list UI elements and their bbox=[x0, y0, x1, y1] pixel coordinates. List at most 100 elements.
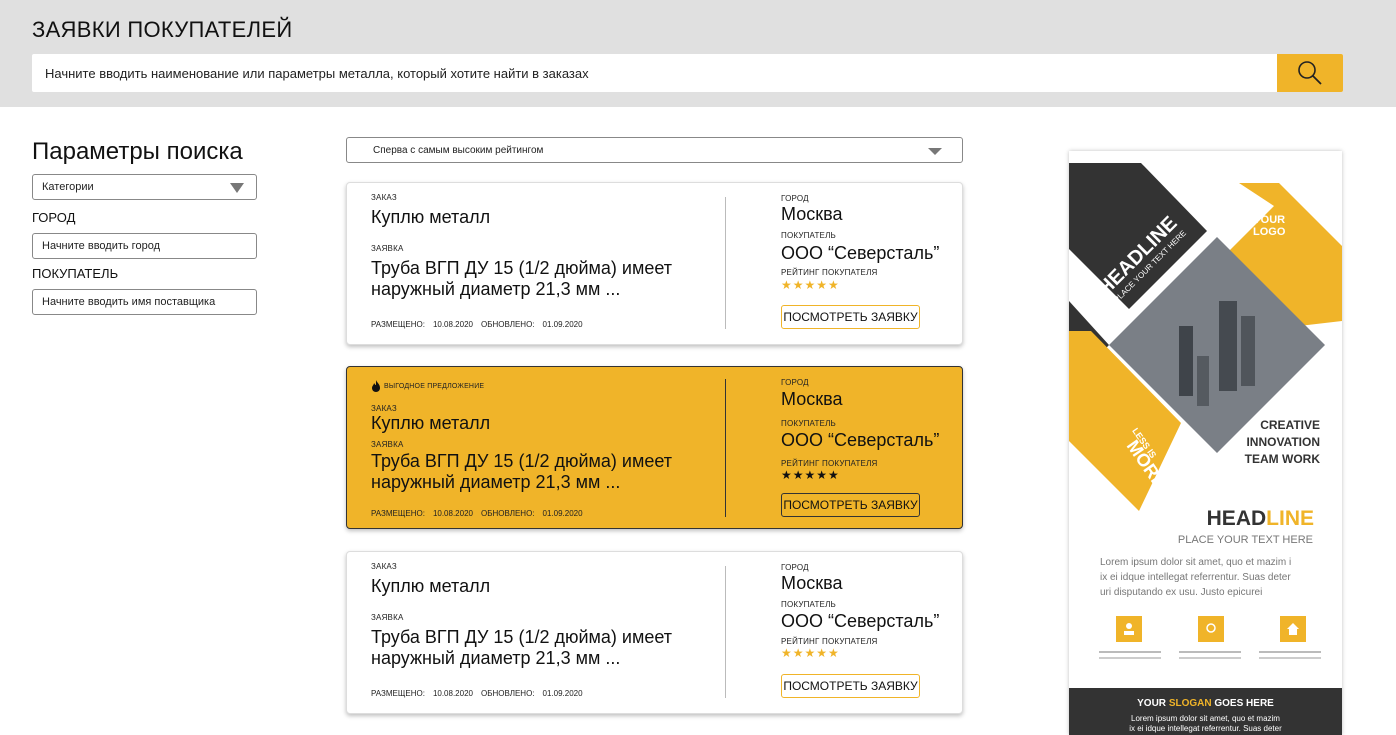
request-label: ЗАЯВКА bbox=[371, 613, 404, 622]
promo-tag: ВЫГОДНОЕ ПРЕДЛОЖЕНИЕ bbox=[371, 380, 484, 392]
placed-label: РАЗМЕЩЕНО: bbox=[371, 689, 425, 698]
city-field-label: ГОРОД bbox=[781, 194, 809, 203]
order-city: Москва bbox=[781, 389, 843, 409]
request-label: ЗАЯВКА bbox=[371, 244, 404, 253]
ad-creative-block: CREATIVE INNOVATION TEAM WORK bbox=[1245, 417, 1320, 468]
rating-stars: ★★★★★ bbox=[781, 278, 840, 292]
divider bbox=[725, 566, 726, 698]
city-input[interactable] bbox=[32, 233, 257, 259]
order-city: Москва bbox=[781, 573, 843, 593]
view-request-button[interactable]: ПОСМОТРЕТЬ ЗАЯВКУ bbox=[781, 493, 920, 517]
ad-banner[interactable]: HEADLINE PLACE YOUR TEXT HERE YOUR LOGO … bbox=[1069, 151, 1342, 735]
order-dates: РАЗМЕЩЕНО: 10.08.2020 ОБНОВЛЕНО: 01.09.2020 bbox=[371, 320, 591, 329]
view-request-button[interactable]: ПОСМОТРЕТЬ ЗАЯВКУ bbox=[781, 674, 920, 698]
category-select-label: Категории bbox=[42, 181, 94, 193]
page-title: ЗАЯВКИ ПОКУПАТЕЛЕЙ bbox=[32, 17, 293, 42]
order-buyer: ООО “Северсталь” bbox=[781, 243, 940, 263]
city-field-label: ГОРОД bbox=[781, 563, 809, 572]
updated-label: ОБНОВЛЕНО: bbox=[480, 320, 535, 329]
order-description: Труба ВГП ДУ 15 (1/2 дюйма) имеет наружн… bbox=[371, 451, 701, 493]
chevron-down-icon bbox=[230, 183, 244, 193]
updated-label: ОБНОВЛЕНО: bbox=[480, 509, 535, 518]
buyer-field-label: ПОКУПАТЕЛЬ bbox=[781, 231, 836, 240]
header: ЗАЯВКИ ПОКУПАТЕЛЕЙ bbox=[0, 0, 1396, 107]
chevron-down-icon bbox=[928, 148, 942, 155]
order-description-line: наружный диаметр 21,3 мм ... bbox=[371, 472, 621, 492]
search-params-title: Параметры поиска bbox=[32, 138, 243, 165]
ad-creative-line: INNOVATION bbox=[1246, 435, 1320, 449]
ad-headline-dark: HEAD bbox=[1206, 507, 1267, 530]
view-request-button[interactable]: ПОСМОТРЕТЬ ЗАЯВКУ bbox=[781, 305, 920, 329]
order-label: ЗАКАЗ bbox=[371, 562, 397, 571]
ad-creative-line: TEAM WORK bbox=[1244, 452, 1320, 466]
buyer-input[interactable] bbox=[32, 289, 257, 315]
ad-headline-yellow: LINE bbox=[1266, 507, 1314, 530]
category-select[interactable]: Категории bbox=[32, 174, 257, 200]
placed-date: 10.08.2020 bbox=[432, 689, 473, 698]
order-card-featured: ВЫГОДНОЕ ПРЕДЛОЖЕНИЕ ЗАКАЗ Куплю металл … bbox=[346, 366, 963, 529]
ad-footer-line: Lorem ipsum dolor sit amet, quo et mazim bbox=[1131, 714, 1280, 723]
order-dates: РАЗМЕЩЕНО: 10.08.2020 ОБНОВЛЕНО: 01.09.2020 bbox=[371, 689, 591, 698]
order-description-line: наружный диаметр 21,3 мм ... bbox=[371, 279, 621, 299]
ad-slogan-word: SLOGAN bbox=[1168, 698, 1212, 709]
order-description: Труба ВГП ДУ 15 (1/2 дюйма) имеет наружн… bbox=[371, 627, 701, 669]
ad-lorem-line: Lorem ipsum dolor sit amet, quo et mazim… bbox=[1100, 557, 1292, 568]
city-field-label: ГОРОД bbox=[781, 378, 809, 387]
order-title: Куплю металл bbox=[371, 207, 491, 227]
order-city: Москва bbox=[781, 204, 843, 224]
ad-slogan-rest: GOES HERE bbox=[1211, 698, 1274, 709]
request-label: ЗАЯВКА bbox=[371, 440, 404, 449]
ad-logo-line: YOUR bbox=[1253, 214, 1286, 226]
search-bar bbox=[32, 54, 1343, 92]
order-buyer: ООО “Северсталь” bbox=[781, 611, 940, 631]
search-button[interactable] bbox=[1277, 54, 1343, 92]
updated-date: 01.09.2020 bbox=[542, 689, 583, 698]
ad-slogan-your: YOUR bbox=[1137, 698, 1169, 709]
ad-footer-line: ix ei idque intellegat referrentur. Suas… bbox=[1129, 724, 1282, 733]
placed-label: РАЗМЕЩЕНО: bbox=[371, 320, 425, 329]
placed-label: РАЗМЕЩЕНО: bbox=[371, 509, 425, 518]
ad-creative-line: CREATIVE bbox=[1260, 418, 1320, 432]
sort-select-label: Сперва с самым высоким рейтингом bbox=[373, 145, 544, 156]
search-icon bbox=[1298, 61, 1322, 85]
order-description: Труба ВГП ДУ 15 (1/2 дюйма) имеет наружн… bbox=[371, 258, 701, 300]
rating-stars: ★★★★★ bbox=[781, 646, 840, 660]
buyer-field-label: ПОКУПАТЕЛЬ bbox=[781, 419, 836, 428]
order-label: ЗАКАЗ bbox=[371, 404, 397, 413]
order-description-line: Труба ВГП ДУ 15 (1/2 дюйма) имеет bbox=[371, 258, 672, 278]
ad-place-text: PLACE YOUR TEXT HERE bbox=[1177, 534, 1313, 546]
ad-lorem-line: uri disputando ex usu. Justo epicurei bbox=[1100, 587, 1263, 598]
fire-icon bbox=[372, 380, 380, 392]
order-description-line: наружный диаметр 21,3 мм ... bbox=[371, 648, 621, 668]
ad-headline: HEADLINE bbox=[1207, 507, 1314, 531]
rating-label: РЕЙТИНГ ПОКУПАТЕЛЯ bbox=[781, 268, 878, 277]
rating-label: РЕЙТИНГ ПОКУПАТЕЛЯ bbox=[781, 459, 878, 468]
ad-lorem-line: ix ei idque intellegat referrentur. Suas… bbox=[1100, 572, 1291, 583]
order-card: ЗАКАЗ Куплю металл ЗАЯВКА Труба ВГП ДУ 1… bbox=[346, 182, 963, 345]
divider bbox=[725, 379, 726, 517]
order-card: ЗАКАЗ Куплю металл ЗАЯВКА Труба ВГП ДУ 1… bbox=[346, 551, 963, 714]
order-description-line: Труба ВГП ДУ 15 (1/2 дюйма) имеет bbox=[371, 451, 672, 471]
search-input[interactable] bbox=[32, 54, 1277, 92]
order-buyer: ООО “Северсталь” bbox=[781, 430, 940, 450]
rating-label: РЕЙТИНГ ПОКУПАТЕЛЯ bbox=[781, 637, 878, 646]
promo-label: ВЫГОДНОЕ ПРЕДЛОЖЕНИЕ bbox=[384, 382, 485, 390]
buyer-label: ПОКУПАТЕЛЬ bbox=[32, 266, 119, 281]
city-label: ГОРОД bbox=[32, 210, 76, 225]
order-description-line: Труба ВГП ДУ 15 (1/2 дюйма) имеет bbox=[371, 627, 672, 647]
buyer-field-label: ПОКУПАТЕЛЬ bbox=[781, 600, 836, 609]
rating-stars: ★★★★★ bbox=[781, 468, 840, 482]
ad-logo: YOUR LOGO bbox=[1253, 214, 1285, 238]
ad-footer-text: Lorem ipsum dolor sit amet, quo et mazim… bbox=[1069, 714, 1342, 734]
sort-select[interactable]: Сперва с самым высоким рейтингом bbox=[346, 137, 963, 163]
placed-date: 10.08.2020 bbox=[432, 509, 473, 518]
updated-date: 01.09.2020 bbox=[542, 320, 583, 329]
updated-label: ОБНОВЛЕНО: bbox=[480, 689, 535, 698]
ad-logo-line: LOGO bbox=[1253, 226, 1286, 238]
placed-date: 10.08.2020 bbox=[432, 320, 473, 329]
order-dates: РАЗМЕЩЕНО: 10.08.2020 ОБНОВЛЕНО: 01.09.2020 bbox=[371, 509, 591, 518]
updated-date: 01.09.2020 bbox=[542, 509, 583, 518]
order-title: Куплю металл bbox=[371, 576, 491, 596]
order-label: ЗАКАЗ bbox=[371, 193, 397, 202]
ad-lorem: Lorem ipsum dolor sit amet, quo et mazim… bbox=[1100, 555, 1291, 600]
